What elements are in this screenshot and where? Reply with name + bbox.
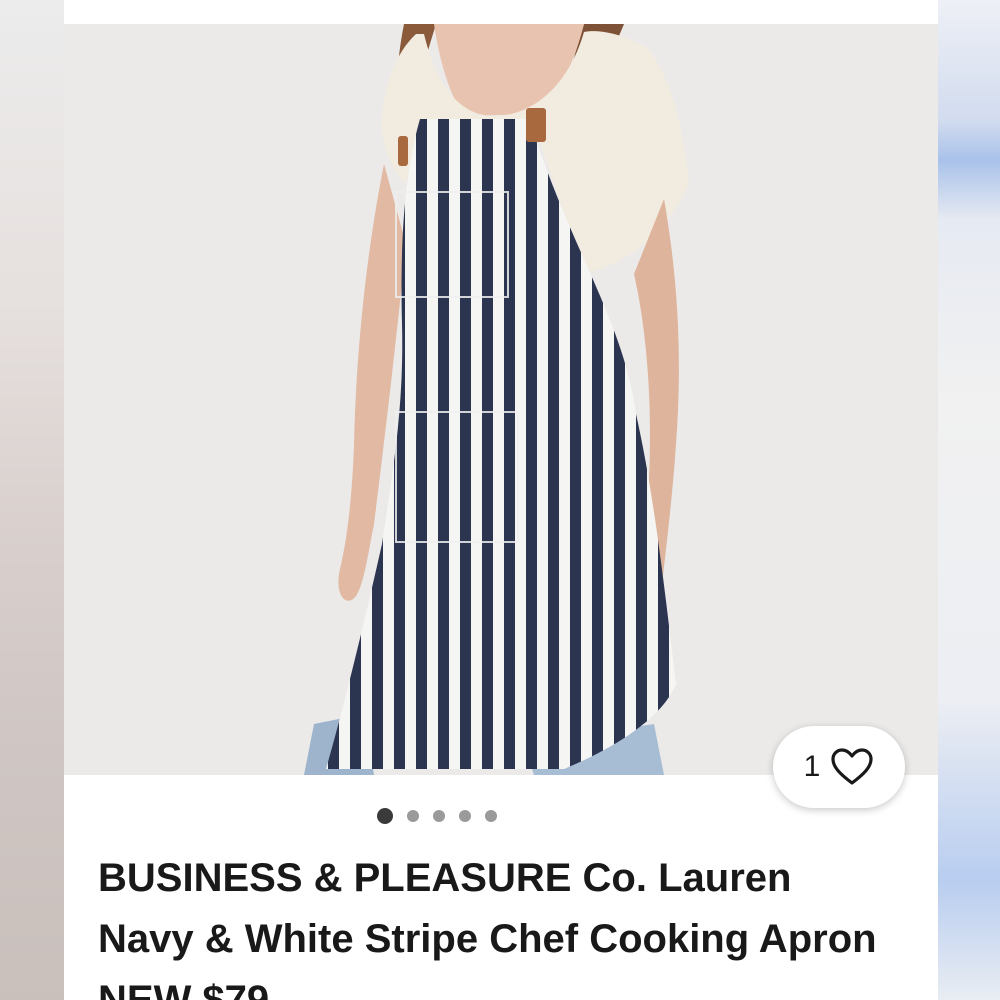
blurred-background-right xyxy=(938,0,1000,1000)
carousel-dot[interactable] xyxy=(485,810,497,822)
apron-illustration xyxy=(64,24,938,775)
listing-title: BUSINESS & PLEASURE Co. Lauren Navy & Wh… xyxy=(98,856,877,1000)
listing-card: 1 BUSINESS & PLEASURE Co. Lauren Navy & … xyxy=(64,0,938,1000)
carousel-dot[interactable] xyxy=(433,810,445,822)
image-carousel-indicator xyxy=(64,806,938,826)
carousel-dot[interactable] xyxy=(407,810,419,822)
carousel-dot[interactable] xyxy=(377,808,393,824)
like-button[interactable]: 1 xyxy=(773,726,905,808)
carousel-dot[interactable] xyxy=(459,810,471,822)
blurred-background-left xyxy=(0,0,64,1000)
heart-icon xyxy=(831,748,873,785)
like-count: 1 xyxy=(803,750,821,783)
product-photo[interactable] xyxy=(64,24,938,775)
